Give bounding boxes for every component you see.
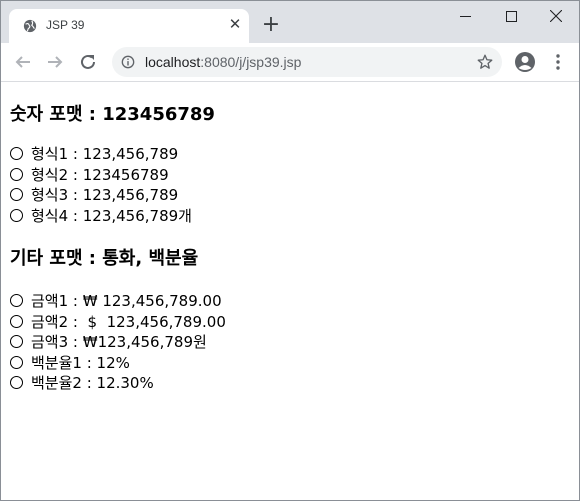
info-icon[interactable]	[121, 55, 135, 69]
tab-title: JSP 39	[46, 18, 85, 32]
url-host: localhost	[145, 54, 201, 70]
list-item-text: 금액3 : ₩123,456,789원	[31, 333, 207, 351]
number-format-list: 형식1 : 123,456,789 형식2 : 123456789 형식3 : …	[10, 144, 570, 226]
circle-bullet-icon	[10, 335, 23, 348]
circle-bullet-icon	[10, 355, 23, 369]
list-item-text: 형식2 : 123456789	[31, 165, 169, 184]
toolbar: localhost:8080/j/jsp39.jsp	[1, 43, 579, 82]
forward-arrow-icon[interactable]	[41, 48, 69, 76]
circle-bullet-icon	[10, 376, 23, 389]
tab-strip: JSP 39 ✕ +	[1, 1, 579, 43]
list-item: 금액1 : ₩ 123,456,789.00	[10, 291, 570, 312]
list-item: 백분율1 : 12%	[10, 353, 570, 374]
browser-window: JSP 39 ✕ + localhost:8080/j/jsp39.jsp 숫자…	[0, 0, 580, 501]
back-arrow-icon[interactable]	[9, 48, 37, 76]
list-item: 금액3 : ₩123,456,789원	[10, 332, 570, 353]
plus-icon[interactable]: +	[260, 14, 282, 36]
circle-bullet-icon	[10, 314, 23, 328]
list-item: 백분율2 : 12.30%	[10, 373, 570, 394]
circle-bullet-icon	[10, 147, 23, 160]
window-close-icon[interactable]	[533, 1, 579, 31]
url-path: :8080/j/jsp39.jsp	[200, 54, 302, 70]
other-format-list: 금액1 : ₩ 123,456,789.00 금액2 : $ 123,456,7…	[10, 291, 570, 394]
list-item: 금액2 : $ 123,456,789.00	[10, 312, 570, 333]
other-format-heading: 기타 포맷 : 통화, 백분율	[10, 248, 199, 269]
list-item-text: 형식1 : 123,456,789	[31, 145, 179, 163]
circle-bullet-icon	[10, 294, 23, 307]
url-text[interactable]: localhost:8080/j/jsp39.jsp	[145, 54, 301, 70]
list-item-text: 백분율2 : 12.30%	[31, 374, 154, 392]
kebab-menu-icon[interactable]	[549, 53, 567, 71]
address-bar[interactable]: localhost:8080/j/jsp39.jsp	[112, 47, 502, 77]
list-item: 형식2 : 123456789	[10, 165, 570, 186]
list-item: 형식3 : 123,456,789	[10, 185, 570, 206]
star-icon[interactable]	[476, 53, 494, 71]
list-item-text: 백분율1 : 12%	[31, 353, 130, 372]
circle-bullet-icon	[10, 208, 23, 222]
globe-icon	[23, 19, 37, 33]
list-item-text: 금액1 : ₩ 123,456,789.00	[31, 292, 222, 310]
minimize-icon[interactable]	[442, 1, 488, 31]
list-item-text: 형식3 : 123,456,789	[31, 186, 179, 204]
profile-icon[interactable]	[514, 51, 536, 73]
list-item: 형식4 : 123,456,789개	[10, 206, 570, 227]
reload-icon[interactable]	[74, 48, 102, 76]
list-item: 형식1 : 123,456,789	[10, 144, 570, 165]
circle-bullet-icon	[10, 188, 23, 201]
maximize-icon[interactable]	[488, 1, 534, 31]
list-item-text: 형식4 : 123,456,789개	[31, 206, 192, 225]
number-format-heading: 숫자 포맷 : 123456789	[10, 104, 215, 125]
tab-jsp39[interactable]: JSP 39 ✕	[9, 9, 249, 43]
list-item-text: 금액2 : $ 123,456,789.00	[31, 312, 226, 331]
page-content: 숫자 포맷 : 123456789 형식1 : 123,456,789 형식2 …	[10, 82, 570, 394]
circle-bullet-icon	[10, 167, 23, 181]
close-icon[interactable]: ✕	[226, 15, 244, 33]
